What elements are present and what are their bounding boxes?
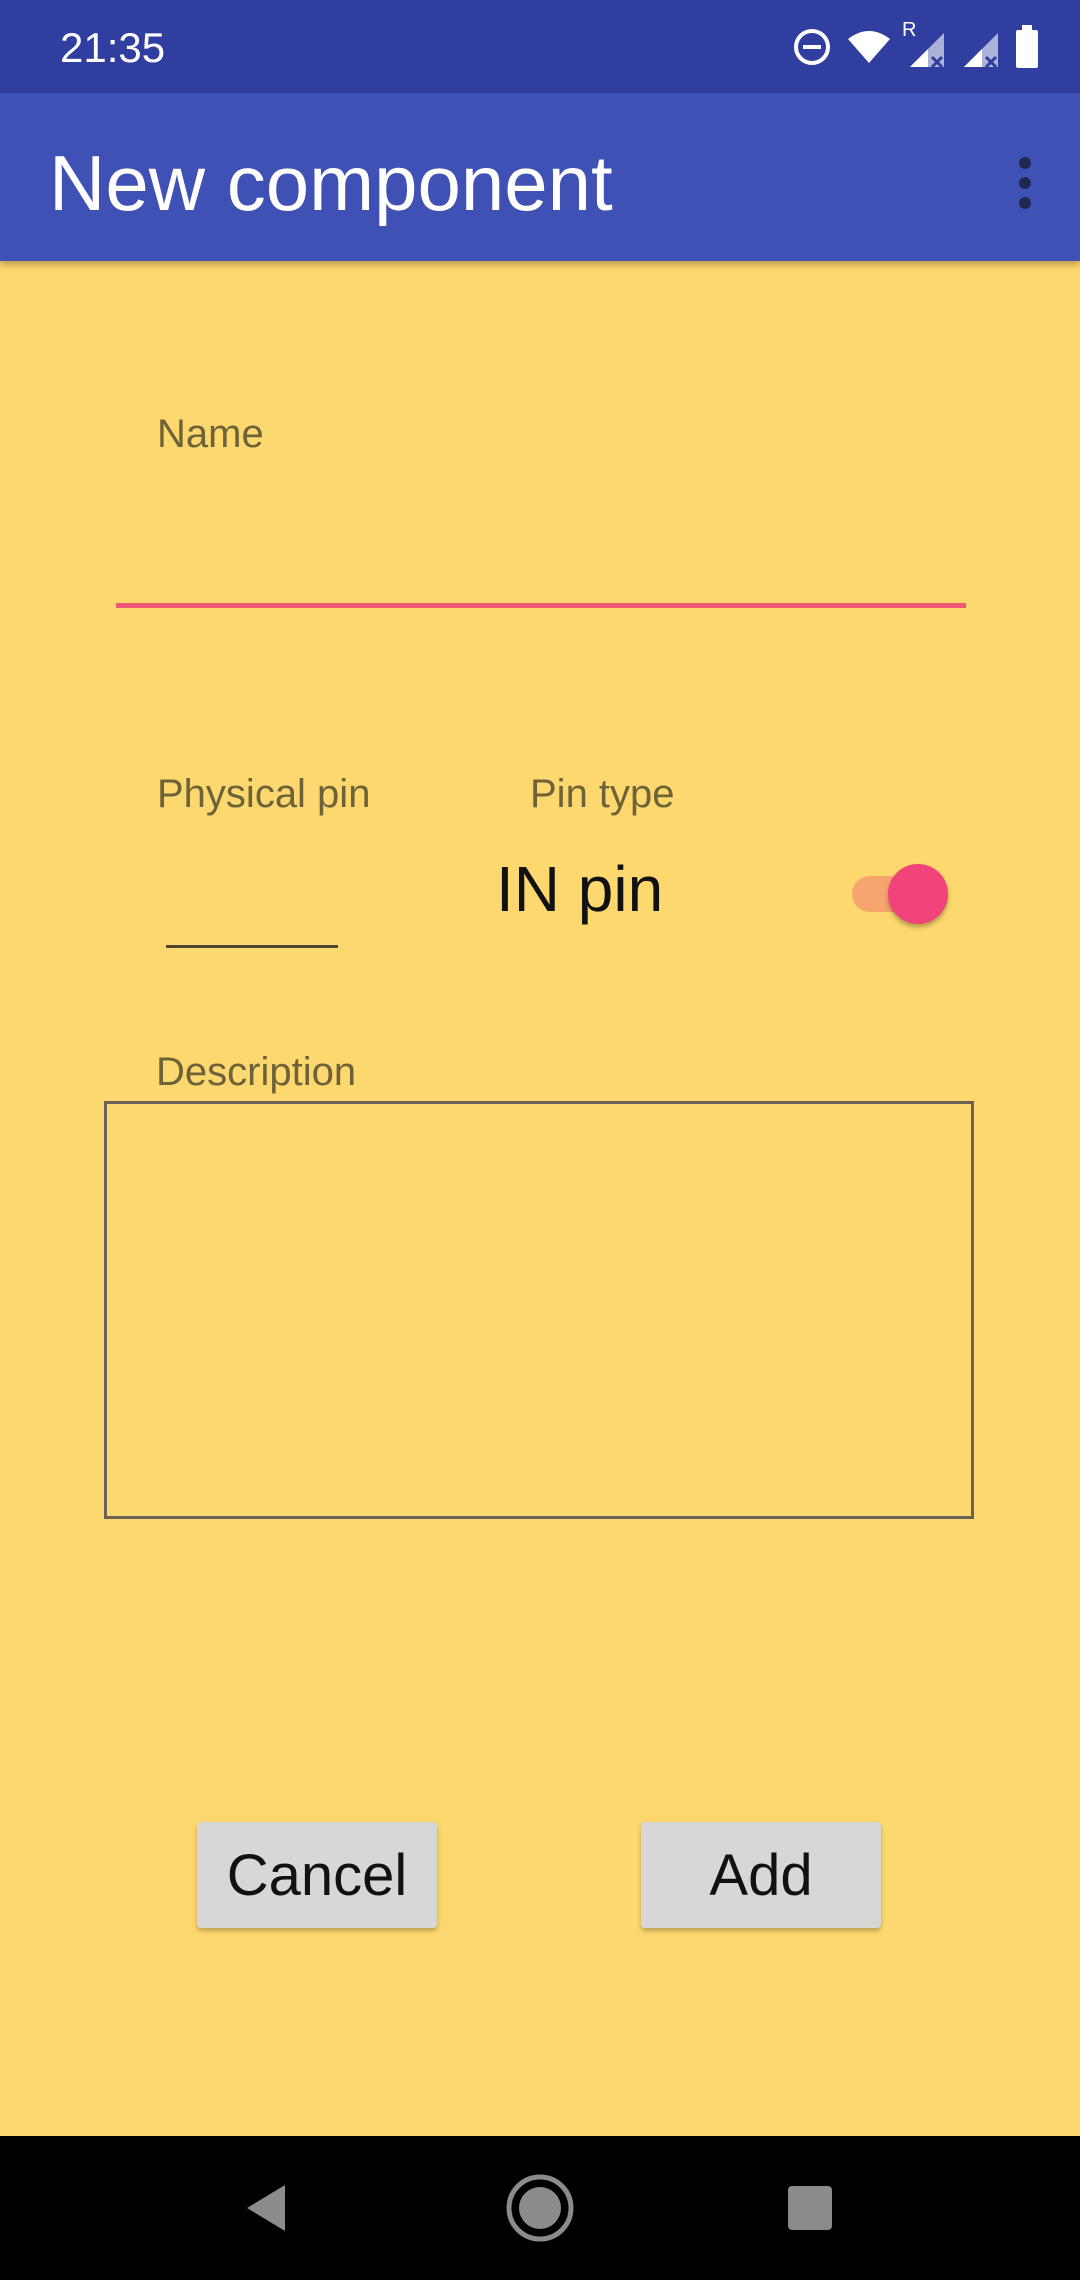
name-label: Name — [157, 412, 264, 456]
pin-type-value: IN pin — [496, 853, 664, 925]
roaming-letter: R — [902, 19, 917, 41]
name-input[interactable] — [116, 470, 966, 608]
navigation-bar — [0, 2136, 1080, 2280]
physical-pin-input[interactable] — [166, 860, 338, 948]
back-icon[interactable] — [224, 2166, 308, 2250]
signal-roaming-icon: R — [902, 19, 946, 69]
page-title: New component — [49, 139, 613, 227]
wifi-icon — [846, 27, 892, 67]
app-bar: New component — [0, 93, 1080, 261]
description-label: Description — [156, 1050, 357, 1094]
home-icon[interactable] — [498, 2166, 582, 2250]
cancel-button[interactable]: Cancel — [197, 1822, 437, 1928]
description-input[interactable] — [104, 1101, 974, 1519]
more-vert-icon[interactable] — [990, 143, 1060, 223]
status-bar: 21:35 R — [0, 0, 1080, 93]
toggle-thumb — [888, 864, 948, 924]
status-time: 21:35 — [60, 24, 166, 71]
recents-icon[interactable] — [768, 2166, 852, 2250]
status-icons: R — [792, 19, 1040, 74]
pin-type-toggle[interactable] — [848, 862, 950, 926]
pin-type-label: Pin type — [530, 772, 675, 816]
signal-icon — [960, 25, 1000, 69]
physical-pin-label: Physical pin — [157, 772, 371, 816]
battery-icon — [1014, 25, 1040, 69]
add-button[interactable]: Add — [641, 1822, 881, 1928]
do-not-disturb-icon — [792, 27, 832, 67]
